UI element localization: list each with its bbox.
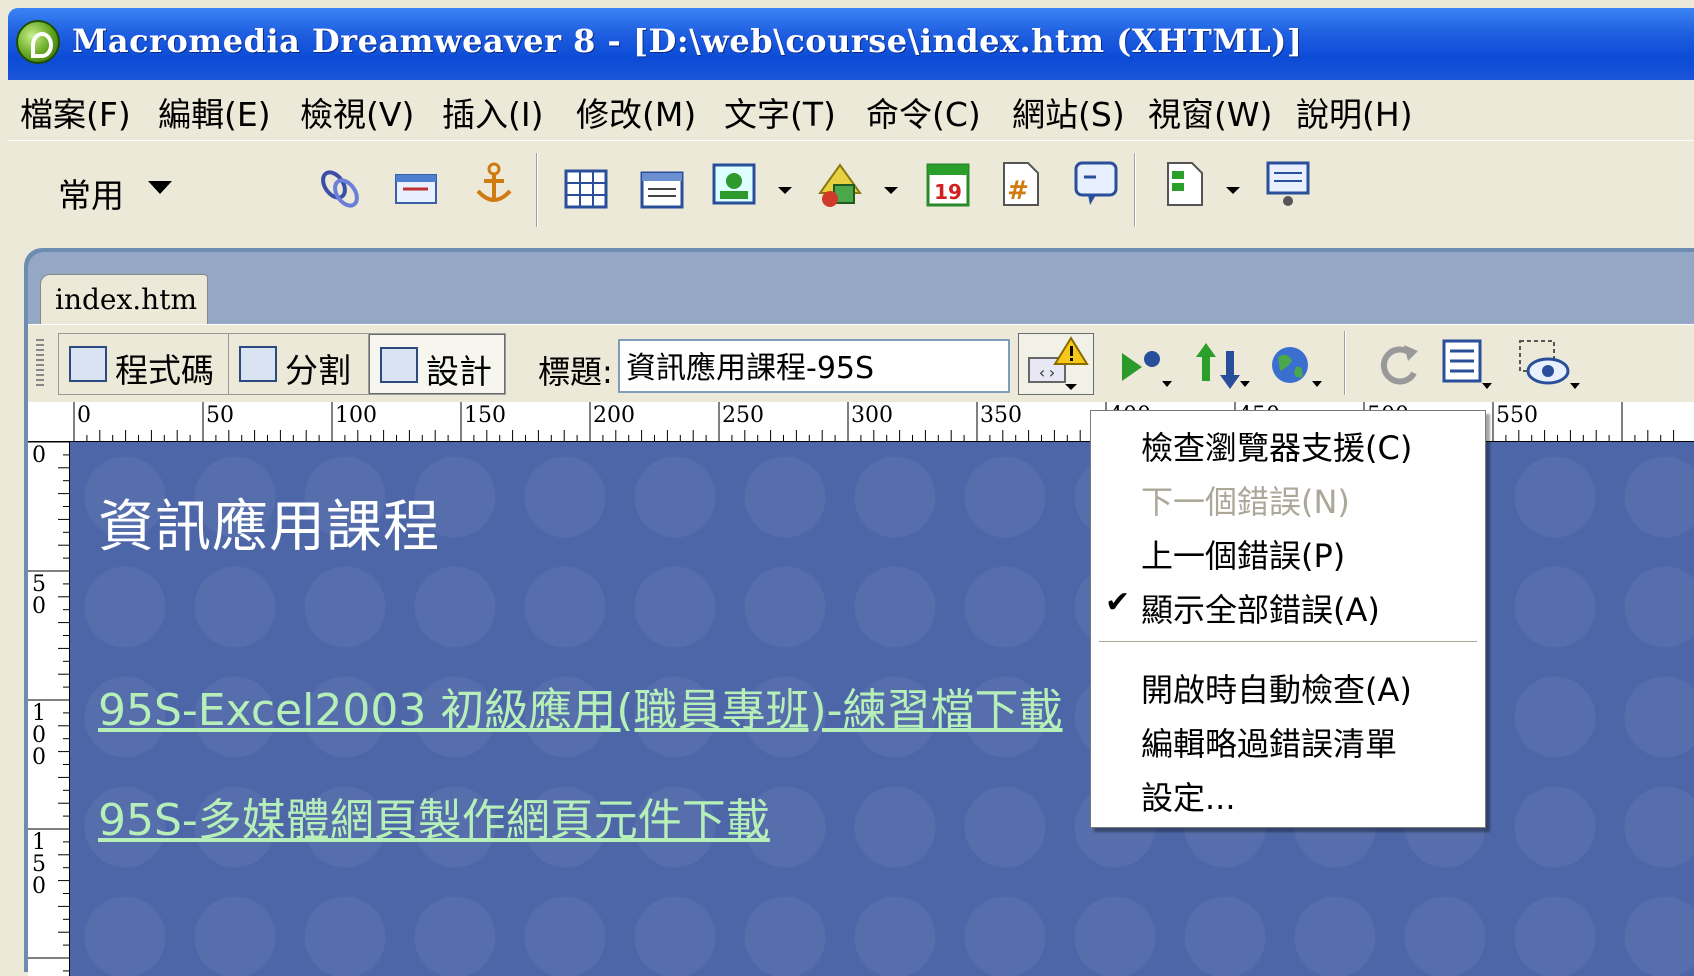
menu-item-previous-error[interactable]: 上一個錯誤(P): [1141, 531, 1345, 577]
image-icon[interactable]: [712, 163, 756, 209]
date-icon-text: 19: [934, 180, 962, 204]
email-link-icon[interactable]: [394, 167, 438, 213]
menu-edit[interactable]: 編輯(E): [158, 88, 271, 136]
svg-text:#: #: [1007, 176, 1029, 206]
menu-file[interactable]: 檔案(F): [20, 88, 131, 136]
ruler-label: 50: [206, 403, 234, 428]
ruler-label: 0: [32, 745, 46, 770]
menu-item-show-all-errors[interactable]: 顯示全部錯誤(A): [1141, 585, 1380, 631]
browser-check-menu: 檢查瀏覽器支援(C) 下一個錯誤(N) 上一個錯誤(P) ✔ 顯示全部錯誤(A)…: [1090, 410, 1486, 828]
ruler-label: 0: [32, 874, 46, 899]
split-view-icon: [239, 346, 277, 382]
menu-item-check-browser-support[interactable]: 檢查瀏覽器支援(C): [1141, 423, 1412, 469]
window-title: Macromedia Dreamweaver 8 - [D:\web\cours…: [72, 22, 1303, 60]
dreamweaver-icon[interactable]: [16, 20, 60, 64]
visual-aids-icon[interactable]: [1518, 339, 1584, 393]
ruler-label: 100: [335, 403, 377, 428]
menu-item-edit-ignored-errors[interactable]: 編輯略過錯誤清單: [1141, 719, 1397, 765]
category-dropdown-icon[interactable]: [148, 181, 172, 194]
menu-view[interactable]: 檢視(V): [300, 88, 414, 136]
ruler-label: 350: [980, 403, 1022, 428]
view-switcher: 程式碼 分割 設計: [58, 333, 506, 395]
menu-help[interactable]: 說明(H): [1296, 88, 1413, 136]
title-label: 標題:: [538, 353, 613, 391]
insert-toolbar: 常用 19 #: [8, 140, 1694, 240]
tab-label: index.htm: [55, 283, 198, 316]
preview-in-browser-icon[interactable]: [1268, 341, 1328, 391]
code-view-button[interactable]: 程式碼: [59, 334, 229, 394]
menu-modify[interactable]: 修改(M): [576, 88, 696, 136]
menu-commands[interactable]: 命令(C): [866, 88, 981, 136]
ruler-label: 250: [722, 403, 764, 428]
ruler-label: 0: [32, 594, 46, 619]
link-multimedia-components[interactable]: 95S-多媒體網頁製作網頁元件下載: [98, 784, 770, 848]
vertical-ruler: 050100150: [28, 442, 70, 976]
ruler-label: 150: [464, 403, 506, 428]
browser-check-button[interactable]: ‹›: [1018, 333, 1094, 395]
templates-dropdown-icon[interactable]: [1226, 187, 1240, 194]
table-icon[interactable]: [564, 167, 608, 213]
link-excel-practice[interactable]: 95S-Excel2003 初級應用(職員專班)-練習檔下載: [98, 674, 1063, 738]
split-view-button[interactable]: 分割: [229, 334, 369, 394]
menu-insert[interactable]: 插入(I): [442, 88, 543, 136]
menu-window[interactable]: 視窗(W): [1148, 88, 1272, 136]
hyperlink-icon[interactable]: [318, 165, 362, 211]
image-dropdown-icon[interactable]: [778, 187, 792, 194]
menu-item-next-error: 下一個錯誤(N): [1141, 483, 1350, 521]
date-icon[interactable]: 19: [926, 161, 970, 207]
menu-item-settings[interactable]: 設定...: [1141, 773, 1236, 819]
ruler-label: 550: [1496, 403, 1538, 428]
div-layer-icon[interactable]: [640, 169, 684, 215]
media-dropdown-icon[interactable]: [884, 187, 898, 194]
named-anchor-icon[interactable]: [472, 161, 516, 207]
menu-bar: 檔案(F) 編輯(E) 檢視(V) 插入(I) 修改(M) 文字(T) 命令(C…: [8, 80, 1694, 140]
validate-markup-icon[interactable]: [1118, 341, 1178, 391]
design-view-label: 設計: [426, 352, 492, 391]
ruler-label: 300: [851, 403, 893, 428]
templates-icon[interactable]: [1162, 161, 1206, 207]
media-icon[interactable]: [818, 163, 862, 209]
menu-item-auto-check-on-open[interactable]: 開啟時自動檢查(A): [1141, 665, 1412, 711]
code-view-label: 程式碼: [115, 351, 214, 390]
page-heading[interactable]: 資訊應用課程: [98, 482, 440, 563]
checkmark-icon: ✔: [1105, 585, 1131, 620]
view-options-icon[interactable]: [1442, 339, 1498, 393]
ruler-label: 0: [77, 403, 91, 428]
svg-text:‹›: ‹›: [1037, 363, 1056, 382]
tag-chooser-icon[interactable]: [1266, 161, 1310, 207]
page-title-input[interactable]: 資訊應用課程-95S: [618, 339, 1010, 393]
ruler-label: 200: [593, 403, 635, 428]
design-view-button[interactable]: 設計: [369, 334, 505, 394]
insert-category-label[interactable]: 常用: [58, 169, 124, 217]
title-bar: Macromedia Dreamweaver 8 - [D:\web\cours…: [8, 8, 1694, 80]
menu-separator: [1099, 641, 1477, 643]
menu-site[interactable]: 網站(S): [1012, 88, 1125, 136]
ruler-label: 0: [32, 443, 46, 468]
tab-index-htm[interactable]: index.htm: [40, 274, 208, 326]
file-management-icon[interactable]: [1196, 341, 1256, 391]
toolbar-grip[interactable]: [36, 339, 44, 389]
comment-icon[interactable]: [1074, 161, 1118, 207]
server-side-include-icon[interactable]: #: [998, 161, 1042, 207]
document-toolbar: 程式碼 分割 設計 標題: 資訊應用課程-95S ‹›: [28, 324, 1694, 402]
menu-text[interactable]: 文字(T): [724, 88, 836, 136]
browser-check-icon: ‹›: [1028, 336, 1089, 390]
code-view-icon: [69, 346, 107, 382]
split-view-label: 分割: [285, 351, 351, 390]
design-view-icon: [380, 347, 418, 383]
refresh-icon[interactable]: [1374, 341, 1424, 391]
